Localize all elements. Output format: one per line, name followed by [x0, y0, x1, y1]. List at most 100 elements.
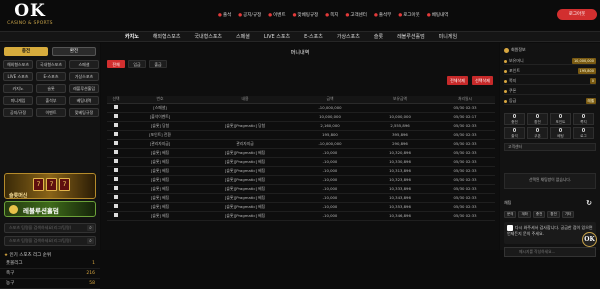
row-checkbox[interactable] — [114, 186, 118, 190]
ok-floating-badge[interactable]: OK — [582, 232, 597, 247]
topnav-item[interactable]: ●베팅내역 — [427, 12, 449, 18]
main-nav-item[interactable]: 해외형스포츠 — [146, 32, 188, 42]
row-checkbox-cell[interactable] — [107, 139, 125, 149]
row-checkbox[interactable] — [114, 213, 118, 217]
category-button[interactable]: 공지/규정 — [3, 108, 33, 117]
row-checkbox-cell[interactable] — [107, 148, 125, 158]
customer-center-link[interactable]: 고객센터 — [504, 143, 596, 151]
chat-chip[interactable]: 계좌 — [518, 211, 531, 218]
account-tile[interactable]: 0 베팅 — [550, 127, 571, 139]
category-button[interactable]: 맞베팅규정 — [69, 108, 99, 117]
search-icon[interactable]: ⌕ — [87, 225, 94, 231]
topnav-item[interactable]: ●고객센터 — [345, 12, 367, 18]
cell-amount: -10,000 — [295, 157, 365, 167]
row-checkbox[interactable] — [114, 141, 118, 145]
main-nav-item[interactable]: 스페셜 — [229, 32, 257, 42]
chat-input[interactable]: 메시지를 작성하세요... — [504, 247, 596, 257]
delete-selected-button[interactable]: 선택삭제 — [472, 76, 493, 85]
refresh-icon[interactable]: ↻ — [586, 198, 592, 208]
category-button[interactable]: 이벤트 — [36, 108, 66, 117]
row-checkbox[interactable] — [114, 132, 118, 136]
row-checkbox-cell[interactable] — [107, 166, 125, 176]
category-button[interactable]: 가상스포츠 — [69, 72, 99, 81]
withdraw-button[interactable]: 환전 — [52, 47, 96, 56]
category-button[interactable]: 카지노 — [3, 84, 33, 93]
chat-chip[interactable]: 충전 — [532, 211, 546, 218]
account-tile[interactable]: 0 쿠폰 — [527, 127, 548, 139]
main-nav-item[interactable]: 국내형스포츠 — [187, 32, 229, 42]
topnav-item[interactable]: ●출석부 — [374, 12, 391, 18]
delete-all-button[interactable]: 전체삭제 — [447, 76, 468, 85]
topnav-item[interactable]: ●로그아웃 — [398, 12, 420, 18]
cell-date: 05/30 02:33 — [435, 103, 495, 113]
topnav-item[interactable]: ●공지/규정 — [238, 12, 261, 18]
category-button[interactable]: 국내형스포츠 — [36, 60, 66, 69]
deposit-button[interactable]: 충전 — [4, 47, 48, 56]
row-checkbox[interactable] — [114, 105, 118, 109]
cell-balance: 395,896 — [365, 130, 435, 140]
logout-button[interactable]: 로그아웃 — [557, 9, 597, 20]
league-item[interactable]: 농구 58 — [0, 279, 100, 289]
row-checkbox-cell[interactable] — [107, 112, 125, 122]
row-checkbox-cell[interactable] — [107, 211, 125, 221]
account-tile[interactable]: 0 쪽지 — [573, 113, 594, 125]
revolution-holdem-banner[interactable]: 레볼루션홀덤 — [4, 201, 96, 217]
search-input-2[interactable]: 스포츠 팀명을 검색하세요(리그/팀명) ⌕ — [4, 236, 96, 246]
main-nav-item[interactable]: E-스포츠 — [297, 32, 330, 42]
category-button[interactable]: 출석부 — [36, 96, 66, 105]
main-nav-item[interactable]: 슬롯 — [367, 32, 390, 42]
account-tile[interactable]: 0 충전 — [504, 113, 525, 125]
topnav-item[interactable]: ●출석 — [218, 12, 231, 18]
category-button[interactable]: LIVE 스포츠 — [3, 72, 33, 81]
slot-promo-banner[interactable]: 7 7 7 슬롯머신 — [4, 173, 96, 199]
main-nav-item[interactable]: 미니게임 — [432, 32, 464, 42]
site-logo[interactable]: OK CASINO & SPORTS — [4, 3, 56, 27]
chat-chip[interactable]: 문의 — [504, 211, 517, 218]
main-nav-item[interactable]: 가상스포츠 — [330, 32, 367, 42]
row-checkbox[interactable] — [114, 168, 118, 172]
account-tile[interactable]: 0 환전 — [527, 113, 548, 125]
account-tile[interactable]: 0 출석 — [504, 127, 525, 139]
chat-chip[interactable]: 기타 — [561, 211, 575, 218]
account-tile[interactable]: 0 포인트 — [550, 113, 571, 125]
tab-2[interactable]: 입금 — [128, 60, 146, 68]
category-button[interactable]: 베팅내역 — [69, 96, 99, 105]
row-checkbox[interactable] — [114, 150, 118, 154]
tile-label: 환전 — [534, 120, 541, 124]
row-checkbox[interactable] — [114, 195, 118, 199]
tab-1[interactable]: 전체 — [107, 60, 125, 68]
tab-3[interactable]: 출금 — [149, 60, 167, 68]
topnav-bullet-icon: ● — [398, 13, 403, 18]
row-checkbox[interactable] — [114, 114, 118, 118]
category-button[interactable]: 해외형스포츠 — [3, 60, 33, 69]
row-checkbox-cell[interactable] — [107, 121, 125, 131]
row-checkbox[interactable] — [114, 123, 118, 127]
row-checkbox-cell[interactable] — [107, 175, 125, 185]
league-item[interactable]: 풋볼리그 1 — [0, 259, 100, 269]
search-icon[interactable]: ⌕ — [87, 238, 94, 244]
category-button[interactable]: E-스포츠 — [36, 72, 66, 81]
search-input-1[interactable]: 스포츠 팀명을 검색하세요(리그/팀명) ⌕ — [4, 223, 96, 233]
row-checkbox-cell[interactable] — [107, 157, 125, 167]
row-checkbox-cell[interactable] — [107, 103, 125, 113]
topnav-item[interactable]: ●쪽지 — [325, 12, 338, 18]
main-nav-item[interactable]: LIVE 스포츠 — [257, 32, 297, 42]
chat-chip[interactable]: 환전 — [547, 211, 560, 218]
row-checkbox-cell[interactable] — [107, 193, 125, 203]
row-checkbox[interactable] — [114, 204, 118, 208]
row-checkbox-cell[interactable] — [107, 130, 125, 140]
row-checkbox-cell[interactable] — [107, 202, 125, 212]
category-button[interactable]: 스페셜 — [69, 60, 99, 69]
row-checkbox[interactable] — [114, 177, 118, 181]
row-checkbox-cell[interactable] — [107, 184, 125, 194]
main-nav-item[interactable]: 레볼루션홀덤 — [390, 32, 432, 42]
row-checkbox[interactable] — [114, 159, 118, 163]
league-item[interactable]: 축구 216 — [0, 269, 100, 279]
topnav-item[interactable]: ●이벤트 — [268, 12, 285, 18]
category-button[interactable]: 레볼루션홀덤 — [69, 84, 99, 93]
category-button[interactable]: 슬롯 — [36, 84, 66, 93]
main-nav-item[interactable]: 카지노 — [118, 32, 146, 42]
account-tile[interactable]: 0 로그 — [573, 127, 594, 139]
topnav-item[interactable]: ●맞베팅규정 — [293, 12, 319, 18]
category-button[interactable]: 미니게임 — [3, 96, 33, 105]
